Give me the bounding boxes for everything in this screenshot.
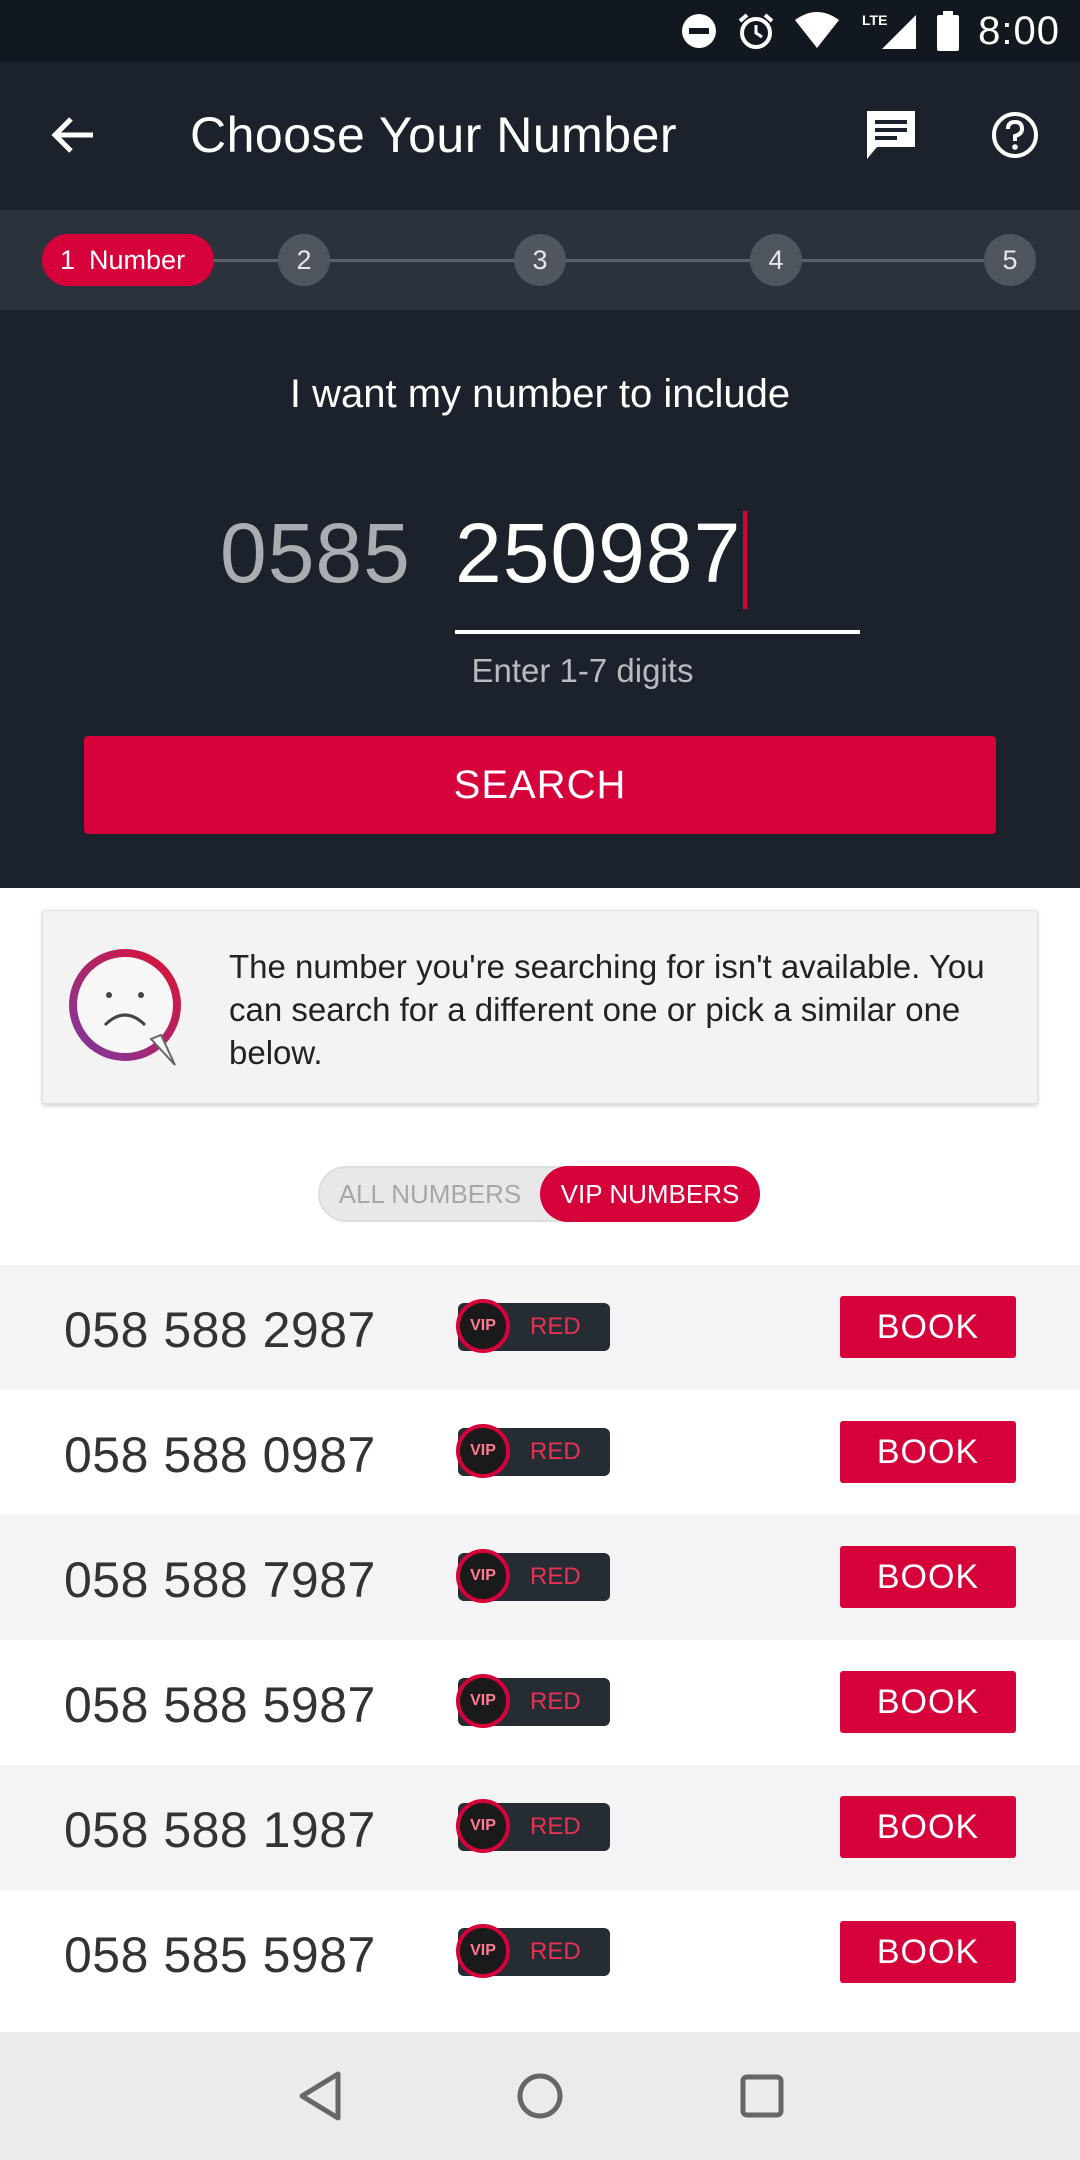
search-button[interactable]: SEARCH [84, 736, 996, 834]
search-section: I want my number to include 0585 250987 … [0, 310, 1080, 888]
vip-red-badge: VIP RED [456, 1299, 610, 1353]
back-button[interactable] [40, 102, 106, 168]
tier-label: RED [530, 1938, 581, 1965]
book-button[interactable]: BOOK [840, 1671, 1016, 1733]
input-underline [455, 630, 860, 634]
progress-stepper: 1 Number 2 3 4 5 [0, 210, 1080, 310]
tier-label: RED [530, 1438, 581, 1465]
book-button[interactable]: BOOK [840, 1296, 1016, 1358]
chat-button[interactable] [858, 102, 924, 168]
vip-red-badge: VIP RED [456, 1674, 610, 1728]
phone-number: 058 588 1987 [64, 1802, 376, 1858]
tier-label: RED [530, 1688, 581, 1715]
lte-signal-icon: LTE [858, 11, 918, 51]
status-time: 8:00 [978, 8, 1060, 53]
arrow-left-icon [51, 117, 93, 153]
page-title: Choose Your Number [190, 107, 678, 163]
phone-number: 058 588 5987 [64, 1677, 376, 1733]
number-row: 058 588 5987 VIP RED BOOK [0, 1640, 1080, 1765]
sad-face-icon [63, 943, 193, 1073]
step-2: 2 [278, 234, 330, 286]
book-button[interactable]: BOOK [840, 1921, 1016, 1983]
phone-number: 058 588 0987 [64, 1427, 376, 1483]
phone-number: 058 588 2987 [64, 1302, 376, 1358]
svg-text:LTE: LTE [862, 12, 887, 28]
vip-numbers-tab[interactable]: VIP NUMBERS [540, 1166, 760, 1222]
vip-icon: VIP [456, 1799, 510, 1853]
vip-icon: VIP [456, 1424, 510, 1478]
unavailable-message-card: The number you're searching for isn't av… [42, 910, 1038, 1104]
help-button[interactable] [982, 102, 1048, 168]
phone-number: 058 585 5987 [64, 1927, 376, 1983]
tier-label: RED [530, 1313, 581, 1340]
help-icon [992, 112, 1038, 158]
tier-label: RED [530, 1563, 581, 1590]
nav-home-icon [517, 2073, 563, 2119]
alarm-icon [736, 11, 776, 51]
number-row: 058 588 1987 VIP RED BOOK [0, 1765, 1080, 1890]
chat-icon [867, 111, 915, 159]
text-caret [743, 510, 748, 609]
vip-red-badge: VIP RED [456, 1799, 610, 1853]
vip-red-badge: VIP RED [456, 1424, 610, 1478]
number-prefix: 0585 [220, 506, 411, 600]
battery-icon [936, 11, 960, 51]
book-button[interactable]: BOOK [840, 1421, 1016, 1483]
vip-icon: VIP [456, 1549, 510, 1603]
phone-number: 058 588 7987 [64, 1552, 376, 1608]
book-button[interactable]: BOOK [840, 1546, 1016, 1608]
system-nav-bar [0, 2032, 1080, 2160]
number-list: 058 588 2987 VIP RED BOOK 058 588 0987 VI… [0, 1265, 1080, 2015]
nav-back-icon [299, 2071, 341, 2121]
vip-icon: VIP [456, 1299, 510, 1353]
search-prompt: I want my number to include [289, 372, 791, 416]
book-button[interactable]: BOOK [840, 1796, 1016, 1858]
step-1-active: 1 Number [42, 234, 214, 286]
number-input-value: 250987 [455, 506, 742, 600]
step-label: Number [89, 244, 186, 275]
number-search-input[interactable]: 250987 [455, 505, 748, 609]
wifi-icon [794, 12, 840, 50]
vip-icon: VIP [456, 1924, 510, 1978]
unavailable-message-text: The number you're searching for isn't av… [229, 948, 985, 1071]
step-number: 1 [60, 244, 76, 275]
number-row: 058 588 0987 VIP RED BOOK [0, 1390, 1080, 1515]
vip-red-badge: VIP RED [456, 1924, 610, 1978]
input-hint: Enter 1-7 digits [471, 652, 694, 689]
step-5: 5 [984, 234, 1036, 286]
vip-red-badge: VIP RED [456, 1549, 610, 1603]
nav-recents-icon [740, 2074, 784, 2118]
number-filter-toggle: ALL NUMBERS VIP NUMBERS [318, 1166, 760, 1222]
step-4: 4 [750, 234, 802, 286]
tier-label: RED [530, 1813, 581, 1840]
all-numbers-tab[interactable]: ALL NUMBERS [320, 1168, 540, 1220]
app-bar: Choose Your Number [0, 62, 1080, 210]
nav-back-button[interactable] [290, 2066, 350, 2126]
vip-icon: VIP [456, 1674, 510, 1728]
status-bar: LTE 8:00 [0, 0, 1080, 62]
dnd-icon [680, 12, 718, 50]
nav-recents-button[interactable] [732, 2066, 792, 2126]
nav-home-button[interactable] [510, 2066, 570, 2126]
number-row: 058 588 2987 VIP RED BOOK [0, 1265, 1080, 1390]
number-row: 058 588 7987 VIP RED BOOK [0, 1515, 1080, 1640]
step-3: 3 [514, 234, 566, 286]
number-row: 058 585 5987 VIP RED BOOK [0, 1890, 1080, 2015]
